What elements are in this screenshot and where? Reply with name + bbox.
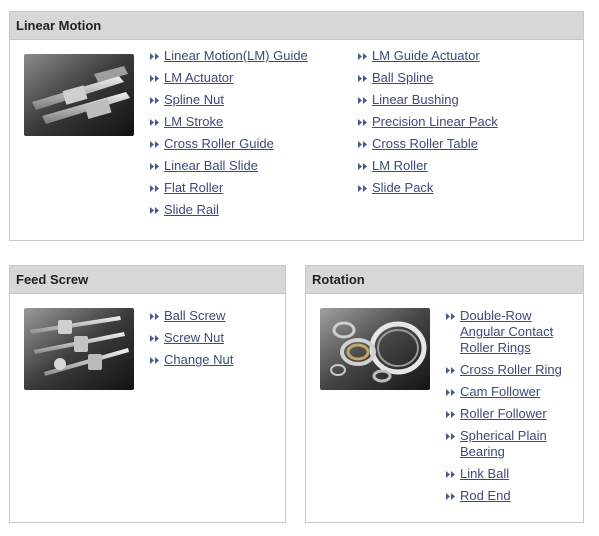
list-item: Spline Nut [150,92,350,108]
link-lm-guide-actuator[interactable]: LM Guide Actuator [372,48,480,63]
rotation-panel: Rotation Double-Row Angular Contact Roll… [305,265,584,523]
feed-screw-header: Feed Screw [10,266,285,294]
double-chevron-right-icon [150,313,159,320]
link-lm-stroke[interactable]: LM Stroke [164,114,223,129]
rotation-header: Rotation [306,266,583,294]
list-item: Linear Bushing [358,92,578,108]
feed-screw-links: Ball Screw Screw Nut Change Nut [150,308,280,374]
link-linear-bushing[interactable]: Linear Bushing [372,92,459,107]
link-lm-actuator[interactable]: LM Actuator [164,70,233,85]
list-item: Precision Linear Pack [358,114,578,130]
list-item: Roller Follower [446,406,571,422]
link-spherical-plain-bearing[interactable]: Spherical Plain Bearing [460,428,547,459]
list-item: Screw Nut [150,330,280,346]
double-chevron-right-icon [150,75,159,82]
double-chevron-right-icon [446,433,455,440]
list-item: Link Ball [446,466,571,482]
list-item: LM Roller [358,158,578,174]
double-chevron-right-icon [150,53,159,60]
list-item: Spherical Plain Bearing [446,428,571,460]
linear-motion-links-left: Linear Motion(LM) Guide LM Actuator Spli… [150,48,350,224]
link-roller-follower[interactable]: Roller Follower [460,406,547,421]
list-item: Double-Row Angular Contact Roller Rings [446,308,571,356]
double-chevron-right-icon [150,207,159,214]
link-ball-spline[interactable]: Ball Spline [372,70,433,85]
linear-motion-image [24,54,134,136]
double-chevron-right-icon [446,367,455,374]
linear-motion-links-right: LM Guide Actuator Ball Spline Linear Bus… [358,48,578,202]
double-chevron-right-icon [358,163,367,170]
double-chevron-right-icon [150,97,159,104]
double-chevron-right-icon [446,411,455,418]
list-item: Linear Ball Slide [150,158,350,174]
list-item: Ball Spline [358,70,578,86]
double-chevron-right-icon [358,119,367,126]
list-item: Flat Roller [150,180,350,196]
link-rod-end[interactable]: Rod End [460,488,511,503]
link-linear-ball-slide[interactable]: Linear Ball Slide [164,158,258,173]
link-double-row-angular-contact-roller-rings[interactable]: Double-Row Angular Contact Roller Rings [460,308,553,355]
double-chevron-right-icon [446,389,455,396]
rotation-image [320,308,430,390]
link-change-nut[interactable]: Change Nut [164,352,233,367]
double-chevron-right-icon [446,493,455,500]
linear-motion-panel: Linear Motion Linear Motion(LM) Guide LM… [9,11,584,241]
link-cross-roller-guide[interactable]: Cross Roller Guide [164,136,274,151]
list-item: Slide Pack [358,180,578,196]
list-item: Cross Roller Guide [150,136,350,152]
double-chevron-right-icon [446,313,455,320]
link-slide-rail[interactable]: Slide Rail [164,202,219,217]
list-item: Cross Roller Table [358,136,578,152]
link-screw-nut[interactable]: Screw Nut [164,330,224,345]
feed-screw-image [24,308,134,390]
list-item: LM Actuator [150,70,350,86]
link-cross-roller-table[interactable]: Cross Roller Table [372,136,478,151]
link-lm-roller[interactable]: LM Roller [372,158,428,173]
list-item: Cross Roller Ring [446,362,571,378]
list-item: Ball Screw [150,308,280,324]
double-chevron-right-icon [358,75,367,82]
list-item: Cam Follower [446,384,571,400]
double-chevron-right-icon [150,119,159,126]
list-item: Linear Motion(LM) Guide [150,48,350,64]
rotation-links: Double-Row Angular Contact Roller Rings … [446,308,571,510]
double-chevron-right-icon [358,97,367,104]
double-chevron-right-icon [150,335,159,342]
link-flat-roller[interactable]: Flat Roller [164,180,223,195]
list-item: Rod End [446,488,571,504]
link-cross-roller-ring[interactable]: Cross Roller Ring [460,362,562,377]
double-chevron-right-icon [150,357,159,364]
link-lm-guide[interactable]: Linear Motion(LM) Guide [164,48,308,63]
list-item: LM Guide Actuator [358,48,578,64]
link-slide-pack[interactable]: Slide Pack [372,180,433,195]
linear-motion-header: Linear Motion [10,12,583,40]
list-item: Slide Rail [150,202,350,218]
link-spline-nut[interactable]: Spline Nut [164,92,224,107]
feed-screw-panel: Feed Screw Ball Screw Screw Nut Change N… [9,265,286,523]
link-link-ball[interactable]: Link Ball [460,466,509,481]
double-chevron-right-icon [446,471,455,478]
double-chevron-right-icon [358,185,367,192]
double-chevron-right-icon [150,163,159,170]
double-chevron-right-icon [150,141,159,148]
double-chevron-right-icon [358,53,367,60]
list-item: Change Nut [150,352,280,368]
link-ball-screw[interactable]: Ball Screw [164,308,225,323]
link-precision-linear-pack[interactable]: Precision Linear Pack [372,114,498,129]
double-chevron-right-icon [358,141,367,148]
double-chevron-right-icon [150,185,159,192]
link-cam-follower[interactable]: Cam Follower [460,384,540,399]
list-item: LM Stroke [150,114,350,130]
